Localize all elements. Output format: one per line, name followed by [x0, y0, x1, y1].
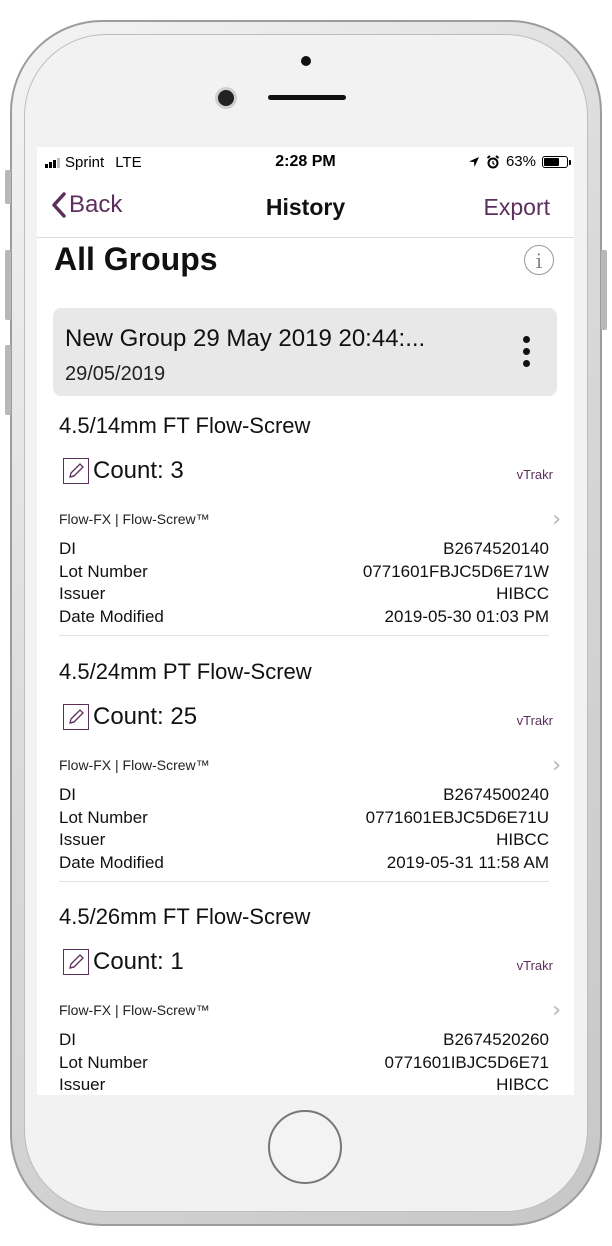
field-row-issuer: Issuer HIBCC	[59, 583, 549, 606]
field-label: Lot Number	[59, 807, 148, 827]
divider	[59, 635, 549, 636]
volume-up-button	[5, 250, 11, 320]
item-brand: Flow-FX | Flow-Screw™	[59, 511, 210, 527]
field-row-di: DI B2674520260	[59, 1029, 549, 1052]
group-date: 29/05/2019	[65, 363, 166, 385]
battery-icon	[542, 155, 571, 168]
chevron-right-icon[interactable]: ›	[552, 507, 561, 532]
item-count: Count: 3	[93, 457, 184, 484]
divider	[59, 881, 549, 882]
field-value: 0771601FBJC5D6E71W	[362, 561, 549, 581]
edit-count-button[interactable]: Count: 25	[63, 703, 197, 731]
field-label: Date Modified	[59, 606, 164, 626]
volume-down-button	[5, 345, 11, 415]
home-button[interactable]	[268, 1110, 342, 1184]
front-camera	[218, 90, 234, 106]
chevron-right-icon[interactable]: ›	[552, 753, 561, 778]
field-row-issuer: Issuer HIBCC	[59, 1074, 549, 1095]
proximity-sensor	[301, 56, 311, 66]
item-name: 4.5/24mm PT Flow-Screw	[59, 659, 312, 684]
field-row-di: DI B2674520140	[59, 538, 549, 561]
item-count: Count: 1	[93, 948, 184, 975]
item-name: 4.5/26mm FT Flow-Screw	[59, 904, 311, 929]
field-value: 0771601IBJC5D6E71	[384, 1052, 549, 1072]
field-value: 2019-05-31 11:58 AM	[386, 852, 549, 872]
item-fields: DI B2674520260 Lot Number 0771601IBJC5D6E7…	[59, 1029, 549, 1095]
item-count: Count: 25	[93, 703, 198, 730]
status-bar: Sprint LTE 2:28 PM 63%	[37, 147, 574, 177]
source-label: vTrakr	[516, 713, 553, 728]
edit-icon	[63, 458, 89, 484]
edit-count-button[interactable]: Count: 3	[63, 457, 184, 485]
field-row-issuer: Issuer HIBCC	[59, 829, 549, 852]
more-vertical-icon[interactable]	[523, 336, 531, 367]
field-value: B2674520140	[443, 539, 549, 558]
field-label: DI	[59, 785, 76, 804]
field-value: B2674500240	[443, 785, 549, 804]
field-label: Issuer	[59, 1075, 106, 1094]
field-row-lot-number: Lot Number 0771601IBJC5D6E71	[59, 1052, 549, 1075]
source-label: vTrakr	[516, 467, 553, 482]
field-value: B2674520260	[443, 1030, 549, 1049]
navigation-bar: Back History Export	[37, 177, 574, 238]
field-row-date-modified: Date Modified 2019-05-31 11:58 AM	[59, 852, 549, 875]
app-screen: Sprint LTE 2:28 PM 63% Back History Expo…	[37, 147, 574, 1095]
location-arrow-icon	[468, 156, 479, 167]
chevron-right-icon[interactable]: ›	[552, 998, 561, 1023]
source-label: vTrakr	[516, 958, 553, 973]
field-value: HIBCC	[496, 584, 549, 603]
field-row-lot-number: Lot Number 0771601FBJC5D6E71W	[59, 561, 549, 584]
item-name: 4.5/14mm FT Flow-Screw	[59, 413, 311, 438]
field-label: Lot Number	[59, 1052, 148, 1072]
item-fields: DI B2674520140 Lot Number 0771601FBJC5D6E7…	[59, 538, 549, 628]
page-title: All Groups	[54, 241, 218, 277]
info-icon[interactable]: i	[524, 245, 554, 275]
field-value: 2019-05-30 01:03 PM	[384, 606, 549, 626]
status-right: 63%	[468, 153, 571, 170]
field-label: Issuer	[59, 584, 106, 603]
earpiece-speaker	[268, 95, 346, 100]
export-button[interactable]: Export	[484, 194, 550, 221]
group-header-card[interactable]: New Group 29 May 2019 20:44:... 29/05/20…	[53, 308, 557, 396]
item-brand: Flow-FX | Flow-Screw™	[59, 1002, 210, 1018]
field-value: HIBCC	[496, 1075, 549, 1094]
field-label: DI	[59, 539, 76, 558]
group-name: New Group 29 May 2019 20:44:...	[65, 325, 426, 352]
field-label: Lot Number	[59, 561, 148, 581]
alarm-clock-icon	[486, 154, 500, 168]
field-label: Date Modified	[59, 852, 164, 872]
item-brand: Flow-FX | Flow-Screw™	[59, 757, 210, 773]
power-button	[601, 250, 607, 330]
field-value: HIBCC	[496, 830, 549, 849]
item-fields: DI B2674500240 Lot Number 0771601EBJC5D6E7…	[59, 784, 549, 874]
edit-count-button[interactable]: Count: 1	[63, 948, 184, 976]
field-label: DI	[59, 1030, 76, 1049]
field-row-di: DI B2674500240	[59, 784, 549, 807]
field-row-lot-number: Lot Number 0771601EBJC5D6E71U	[59, 807, 549, 830]
edit-icon	[63, 949, 89, 975]
mute-switch	[5, 170, 11, 204]
edit-icon	[63, 704, 89, 730]
field-row-date-modified: Date Modified 2019-05-30 01:03 PM	[59, 606, 549, 629]
field-value: 0771601EBJC5D6E71U	[365, 807, 549, 827]
field-label: Issuer	[59, 830, 106, 849]
battery-percent: 63%	[505, 153, 536, 170]
